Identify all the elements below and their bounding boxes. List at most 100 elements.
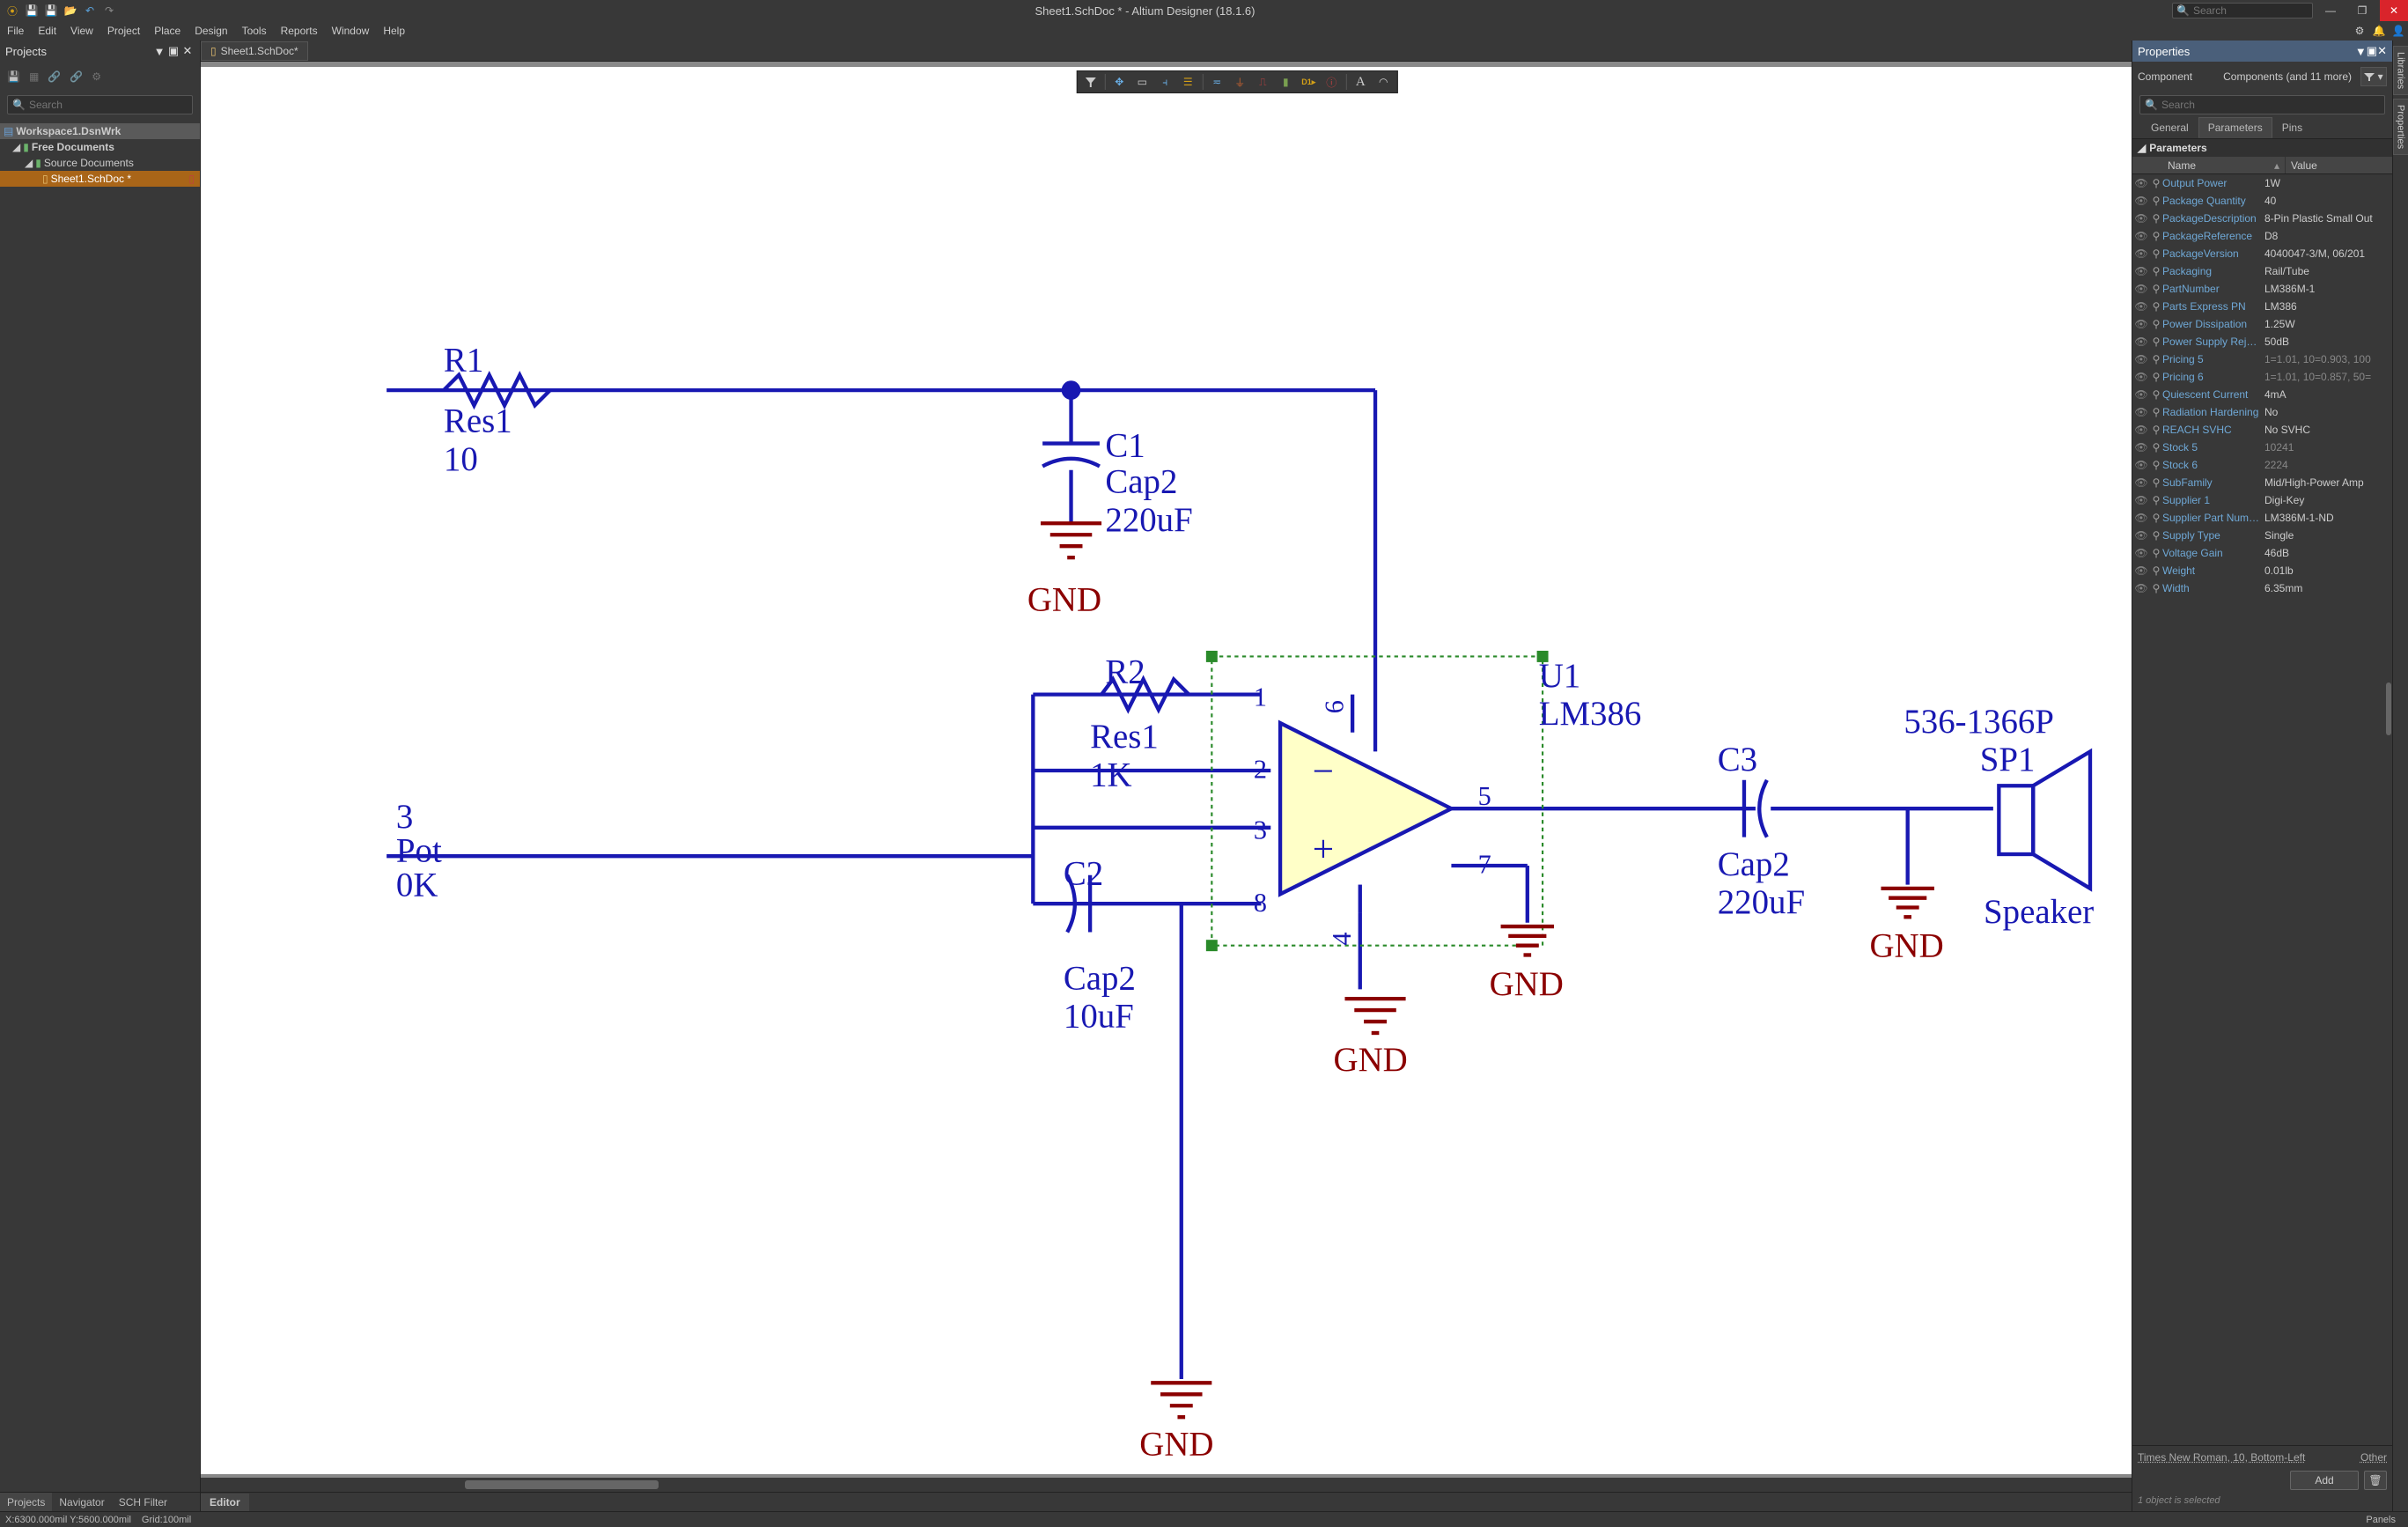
param-row[interactable]: 👁⚲PackageReferenceD8	[2132, 227, 2392, 245]
save-project-icon[interactable]: 💾	[7, 70, 20, 83]
undo-icon[interactable]: ↶	[81, 2, 99, 19]
visibility-icon[interactable]: 👁	[2132, 494, 2150, 506]
param-row[interactable]: 👁⚲Voltage Gain46dB	[2132, 544, 2392, 562]
global-search-input[interactable]	[2193, 4, 2309, 17]
param-row[interactable]: 👁⚲Supplier 1Digi-Key	[2132, 491, 2392, 509]
visibility-icon[interactable]: 👁	[2132, 424, 2150, 436]
visibility-icon[interactable]: 👁	[2132, 582, 2150, 594]
param-value[interactable]: LM386M-1-ND	[2261, 512, 2392, 524]
param-value[interactable]: 50dB	[2261, 336, 2392, 348]
move-icon[interactable]: ✥	[1108, 72, 1130, 92]
param-value[interactable]: LM386M-1	[2261, 283, 2392, 295]
visibility-icon[interactable]: 👁	[2132, 459, 2150, 471]
menu-reports[interactable]: Reports	[274, 23, 325, 39]
editor-tab[interactable]: Editor	[201, 1494, 249, 1511]
param-value[interactable]: Single	[2261, 529, 2392, 542]
panel-menu-icon[interactable]: ▼	[152, 45, 166, 58]
visibility-icon[interactable]: 👁	[2132, 547, 2150, 559]
visibility-icon[interactable]: 👁	[2132, 336, 2150, 348]
free-docs-node[interactable]: ◢ ▮ Free Documents	[0, 139, 200, 155]
filter-dropdown[interactable]: ▾	[2360, 67, 2387, 86]
param-value[interactable]: 6.35mm	[2261, 582, 2392, 594]
menu-file[interactable]: File	[0, 23, 31, 39]
rail-properties[interactable]: Properties	[2393, 99, 2408, 155]
redo-icon[interactable]: ↷	[100, 2, 118, 19]
param-row[interactable]: 👁⚲Parts Express PNLM386	[2132, 298, 2392, 315]
panel-close-icon[interactable]: ✕	[2377, 44, 2387, 58]
param-value[interactable]: 1.25W	[2261, 318, 2392, 330]
param-value[interactable]: Digi-Key	[2261, 494, 2392, 506]
workspace-node[interactable]: ▤ Workspace1.DsnWrk	[0, 123, 200, 139]
visibility-icon[interactable]: 👁	[2132, 283, 2150, 295]
select-icon[interactable]: ▭	[1131, 72, 1152, 92]
save-all-icon[interactable]: 💾	[42, 2, 60, 19]
panels-button[interactable]: Panels	[2359, 1514, 2403, 1526]
align-icon[interactable]: ⫞	[1154, 72, 1175, 92]
param-value[interactable]: 2224	[2261, 459, 2392, 471]
maximize-button[interactable]: ❐	[2348, 0, 2376, 21]
tab-parameters[interactable]: Parameters	[2198, 117, 2272, 138]
document-tab[interactable]: ▯ Sheet1.SchDoc*	[201, 41, 308, 61]
add-button[interactable]: Add	[2290, 1471, 2359, 1490]
menu-design[interactable]: Design	[188, 23, 234, 39]
properties-search-input[interactable]	[2161, 99, 2380, 111]
param-row[interactable]: 👁⚲Package Quantity40	[2132, 192, 2392, 210]
panel-pin-icon[interactable]: ▣	[166, 44, 180, 58]
projects-search[interactable]: 🔍	[7, 95, 193, 114]
user-icon[interactable]: 👤	[2389, 21, 2408, 41]
link1-icon[interactable]: 🔗	[48, 70, 61, 83]
gnd-icon[interactable]: ⏚	[1229, 72, 1250, 92]
tab-projects[interactable]: Projects	[0, 1493, 52, 1512]
wire-icon[interactable]: ≂	[1206, 72, 1227, 92]
visibility-icon[interactable]: 👁	[2132, 195, 2150, 207]
col-name[interactable]: Name ▴	[2162, 157, 2286, 173]
menu-place[interactable]: Place	[147, 23, 188, 39]
param-value[interactable]: Mid/High-Power Amp	[2261, 476, 2392, 489]
param-value[interactable]: No SVHC	[2261, 424, 2392, 436]
close-button[interactable]: ✕	[2380, 0, 2408, 21]
param-row[interactable]: 👁⚲Pricing 51=1.01, 10=0.903, 100	[2132, 350, 2392, 368]
menu-view[interactable]: View	[63, 23, 100, 39]
param-row[interactable]: 👁⚲REACH SVHCNo SVHC	[2132, 421, 2392, 439]
compile-icon[interactable]: ▦	[29, 70, 39, 83]
param-value[interactable]: 10241	[2261, 441, 2392, 454]
param-row[interactable]: 👁⚲PackageDescription8-Pin Plastic Small …	[2132, 210, 2392, 227]
param-row[interactable]: 👁⚲Stock 510241	[2132, 439, 2392, 456]
collapse-icon[interactable]: ◢	[25, 157, 33, 169]
col-value[interactable]: Value	[2286, 157, 2392, 173]
panel-menu-icon[interactable]: ▼	[2355, 45, 2367, 58]
visibility-icon[interactable]: 👁	[2132, 388, 2150, 401]
param-row[interactable]: 👁⚲Power Dissipation1.25W	[2132, 315, 2392, 333]
notifications-icon[interactable]: 🔔	[2369, 21, 2389, 41]
visibility-icon[interactable]: 👁	[2132, 512, 2150, 524]
part-icon[interactable]: D1▸	[1298, 72, 1319, 92]
collapse-icon[interactable]: ◢	[12, 141, 20, 153]
h-scrollbar[interactable]	[201, 1478, 2132, 1492]
components-count[interactable]: Components (and 11 more)	[2201, 70, 2352, 83]
properties-search[interactable]: 🔍	[2139, 95, 2385, 114]
param-value[interactable]: 0.01lb	[2261, 564, 2392, 577]
visibility-icon[interactable]: 👁	[2132, 371, 2150, 383]
param-row[interactable]: 👁⚲Width6.35mm	[2132, 579, 2392, 597]
parameters-grid[interactable]: 👁⚲Output Power1W👁⚲Package Quantity40👁⚲Pa…	[2132, 174, 2392, 1445]
param-row[interactable]: 👁⚲Supplier Part NumberLM386M-1-ND	[2132, 509, 2392, 527]
rail-libraries[interactable]: Libraries	[2393, 46, 2408, 95]
other-link[interactable]: Other	[2360, 1451, 2387, 1464]
param-value[interactable]: Rail/Tube	[2261, 265, 2392, 277]
param-value[interactable]: D8	[2261, 230, 2392, 242]
param-value[interactable]: 8-Pin Plastic Small Out	[2261, 212, 2392, 225]
projects-search-input[interactable]	[29, 99, 188, 111]
collapse-icon[interactable]: ◢	[2138, 142, 2146, 154]
project-tree[interactable]: ▤ Workspace1.DsnWrk ◢ ▮ Free Documents ◢…	[0, 118, 200, 1492]
visibility-icon[interactable]: 👁	[2132, 247, 2150, 260]
settings-icon[interactable]: ⚙	[2350, 21, 2369, 41]
param-row[interactable]: 👁⚲Pricing 61=1.01, 10=0.857, 50=	[2132, 368, 2392, 386]
param-value[interactable]: 1W	[2261, 177, 2392, 189]
panel-close-icon[interactable]: ✕	[180, 44, 195, 58]
visibility-icon[interactable]: 👁	[2132, 476, 2150, 489]
param-row[interactable]: 👁⚲Stock 62224	[2132, 456, 2392, 474]
menu-help[interactable]: Help	[376, 23, 412, 39]
param-value[interactable]: 46dB	[2261, 547, 2392, 559]
param-row[interactable]: 👁⚲Output Power1W	[2132, 174, 2392, 192]
param-value[interactable]: 40	[2261, 195, 2392, 207]
